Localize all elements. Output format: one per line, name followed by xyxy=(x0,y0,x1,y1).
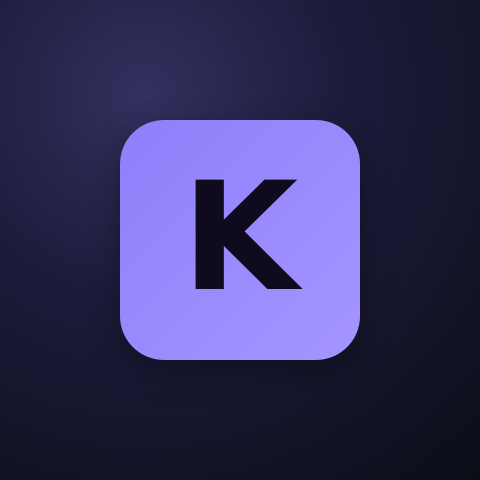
app-icon: K xyxy=(120,120,360,360)
app-icon-letter: K xyxy=(181,151,299,325)
